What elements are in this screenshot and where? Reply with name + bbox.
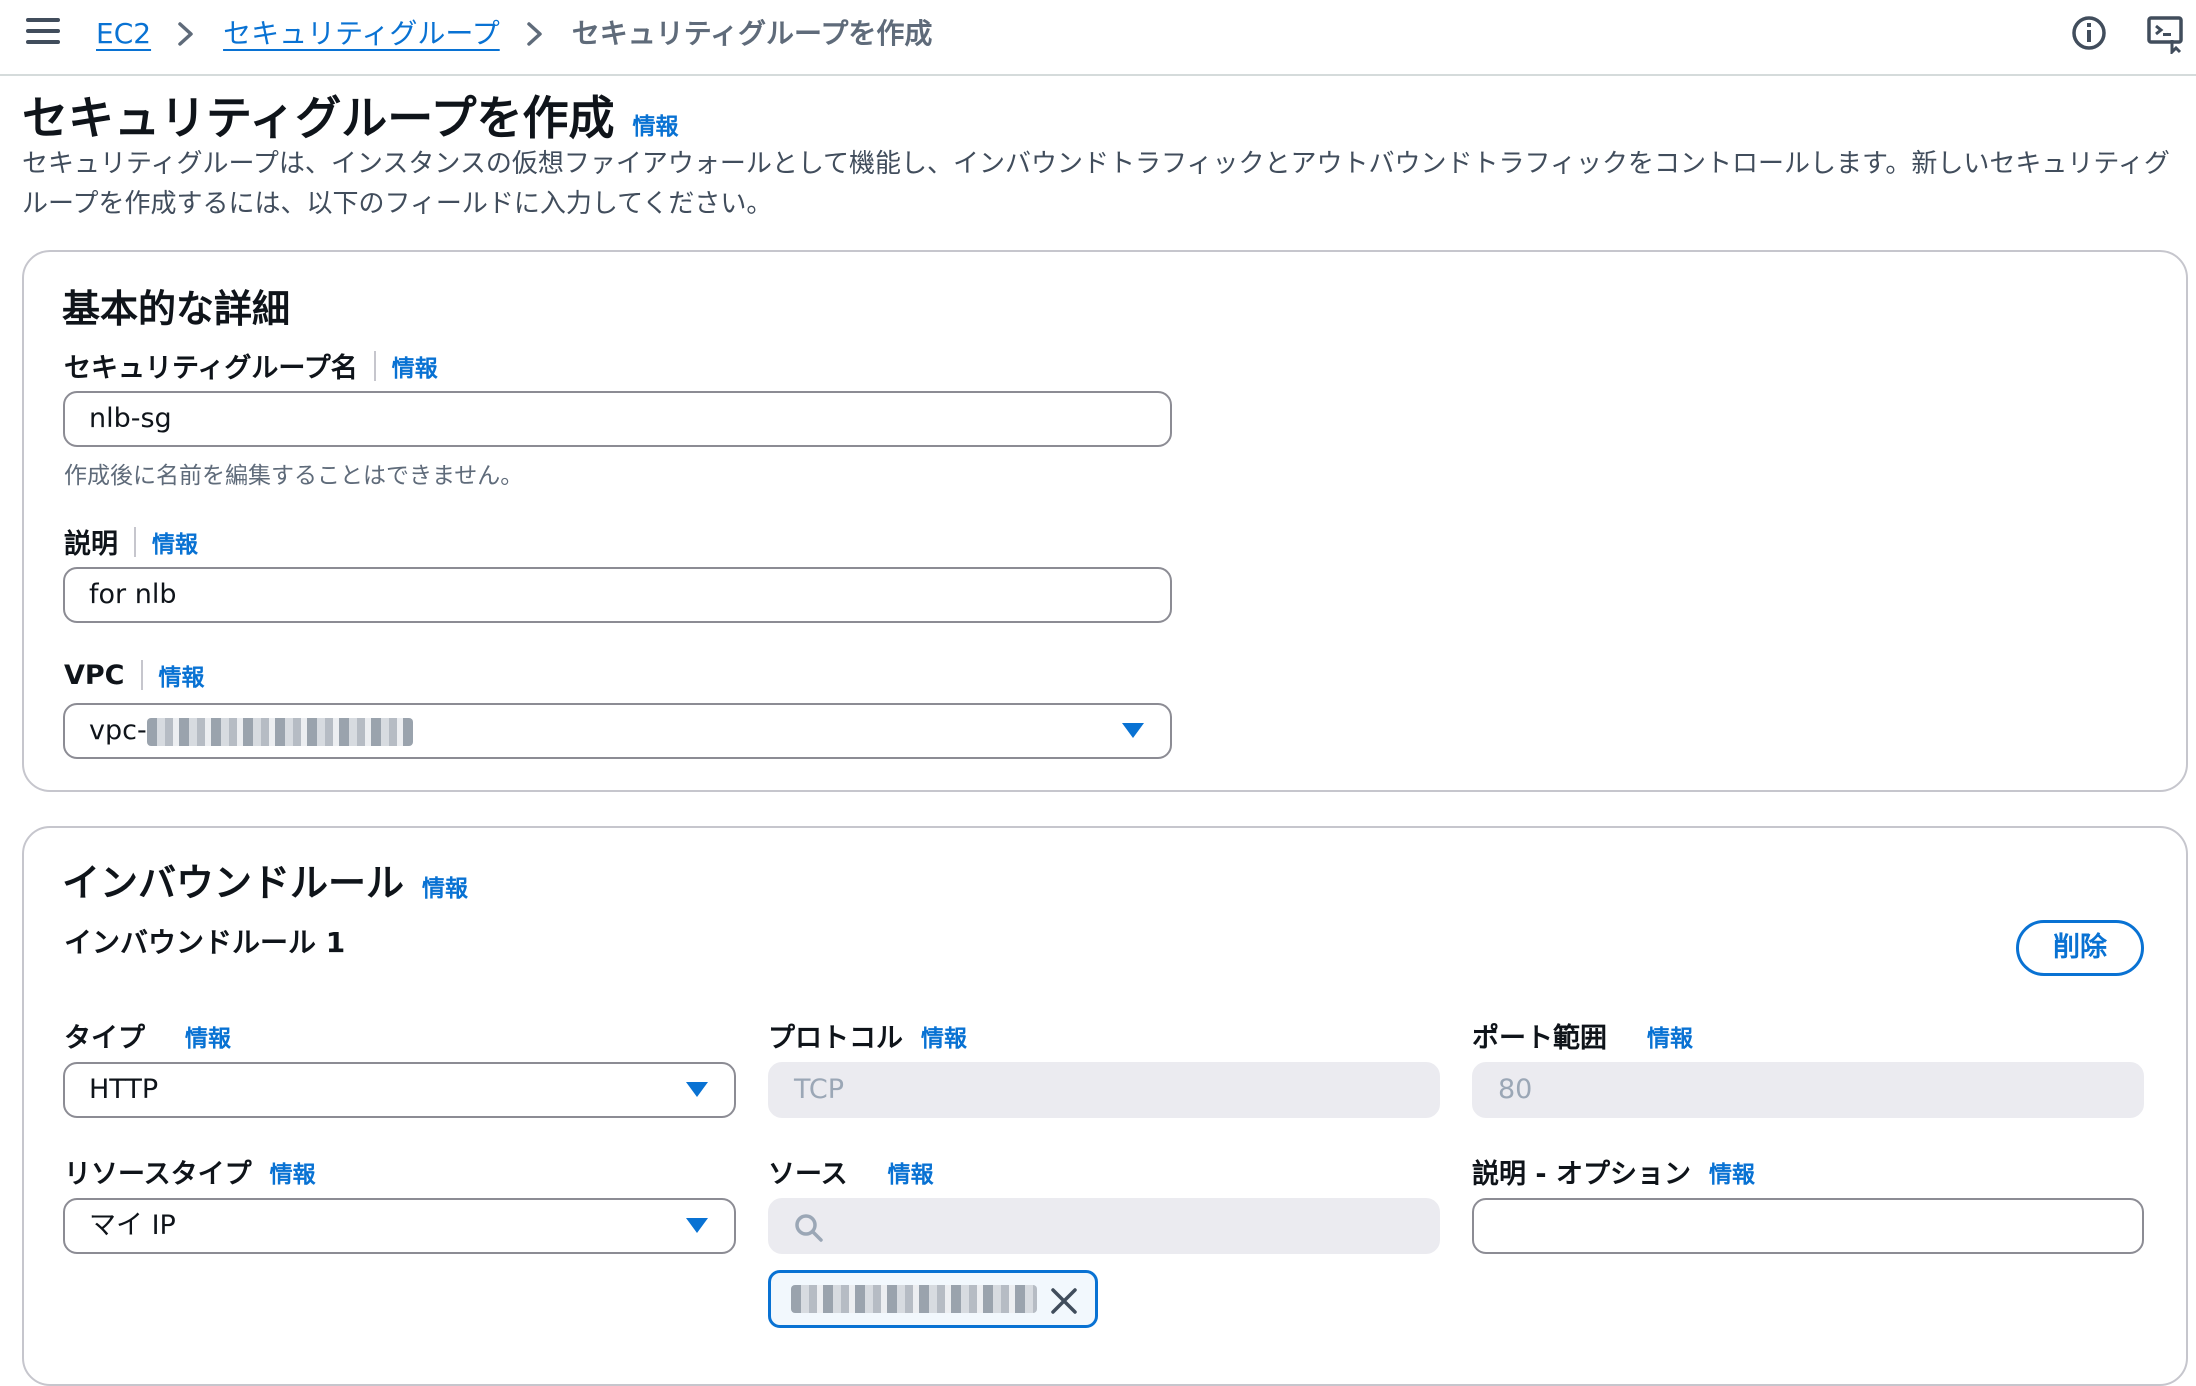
cloudshell-icon[interactable] [2146,14,2186,56]
basic-details-heading: 基本的な詳細 [62,287,291,331]
breadcrumb-current: セキュリティグループを作成 [571,17,933,50]
description-label-row: 説明 情報 [64,522,198,561]
top-navigation-bar: EC2 セキュリティグループ セキュリティグループを作成 [0,0,2196,76]
label-divider [140,660,143,690]
optional-description-info-link[interactable]: 情報 [1709,1155,1755,1189]
optional-description-label-row: 説明 - オプション 情報 [1472,1152,1755,1191]
page-title: セキュリティグループを作成 [22,91,615,145]
chevron-right-icon [177,14,197,54]
vpc-id-redacted [146,717,413,746]
inbound-rules-heading: インバウンドルール [62,861,405,905]
description-label: 説明 [64,529,118,560]
source-ip-redacted [791,1285,1037,1313]
resource-type-label: リソースタイプ [64,1159,252,1190]
source-label-row: ソース 情報 [768,1152,934,1191]
type-info-link[interactable]: 情報 [185,1019,231,1053]
hamburger-menu-icon[interactable] [26,18,60,48]
caret-down-icon [686,1218,708,1233]
inbound-rules-header: インバウンドルール 情報 [62,852,468,907]
resource-type-select-value: マイ IP [89,1210,176,1241]
breadcrumb-security-groups-link[interactable]: セキュリティグループ [223,14,500,54]
type-label-row: タイプ 情報 [64,1016,231,1055]
page-header: セキュリティグループを作成 情報 [22,82,678,148]
optional-description-label: 説明 - オプション [1472,1159,1692,1190]
protocol-info-link[interactable]: 情報 [921,1019,967,1053]
caret-down-icon [686,1082,708,1097]
vpc-info-link[interactable]: 情報 [159,658,205,692]
security-group-name-label: セキュリティグループ名 [64,353,358,384]
optional-description-input[interactable] [1472,1198,2144,1254]
type-label: タイプ [64,1023,145,1054]
info-circle-icon[interactable] [2070,14,2108,52]
vpc-label: VPC [64,659,125,691]
inbound-rule-1-title: インバウンドルール 1 [64,926,346,959]
source-info-link[interactable]: 情報 [888,1155,934,1189]
description-input[interactable]: for nlb [63,567,1172,623]
source-search-input[interactable] [768,1198,1440,1254]
chevron-right-icon [526,14,546,54]
type-select-value: HTTP [89,1074,159,1105]
security-group-name-info-link[interactable]: 情報 [392,349,438,383]
source-label: ソース [768,1159,848,1190]
resource-type-label-row: リソースタイプ 情報 [64,1152,316,1191]
vpc-label-row: VPC 情報 [64,658,205,692]
vpc-select[interactable]: vpc- [63,703,1172,759]
inbound-rules-info-link[interactable]: 情報 [422,869,468,903]
delete-rule-button[interactable]: 削除 [2016,920,2144,976]
resource-type-info-link[interactable]: 情報 [270,1155,316,1189]
caret-down-icon [1122,723,1144,738]
vpc-select-prefix: vpc- [89,715,147,746]
security-group-name-label-row: セキュリティグループ名 情報 [64,346,438,385]
security-group-name-input[interactable]: nlb-sg [63,391,1172,447]
port-range-label: ポート範囲 [1472,1023,1607,1054]
protocol-input: TCP [768,1062,1440,1118]
label-divider [134,526,136,557]
breadcrumb-ec2-link[interactable]: EC2 [96,14,151,54]
label-divider [373,350,376,381]
source-ip-token [768,1270,1098,1328]
description-info-link[interactable]: 情報 [152,525,198,559]
breadcrumb: EC2 セキュリティグループ セキュリティグループを作成 [96,14,932,54]
protocol-label-row: プロトコル 情報 [768,1016,967,1055]
type-select[interactable]: HTTP [63,1062,736,1118]
port-range-input: 80 [1472,1062,2144,1118]
close-icon[interactable] [1049,1286,1079,1316]
port-range-info-link[interactable]: 情報 [1647,1019,1693,1053]
search-icon [795,1214,823,1242]
page-info-link[interactable]: 情報 [632,107,678,141]
protocol-label: プロトコル [768,1023,903,1054]
page-description: セキュリティグループは、インスタンスの仮想ファイアウォールとして機能し、インバウ… [22,149,2170,219]
security-group-name-hint: 作成後に名前を編集することはできません。 [64,463,524,489]
resource-type-select[interactable]: マイ IP [63,1198,736,1254]
port-range-label-row: ポート範囲 情報 [1472,1016,1693,1055]
